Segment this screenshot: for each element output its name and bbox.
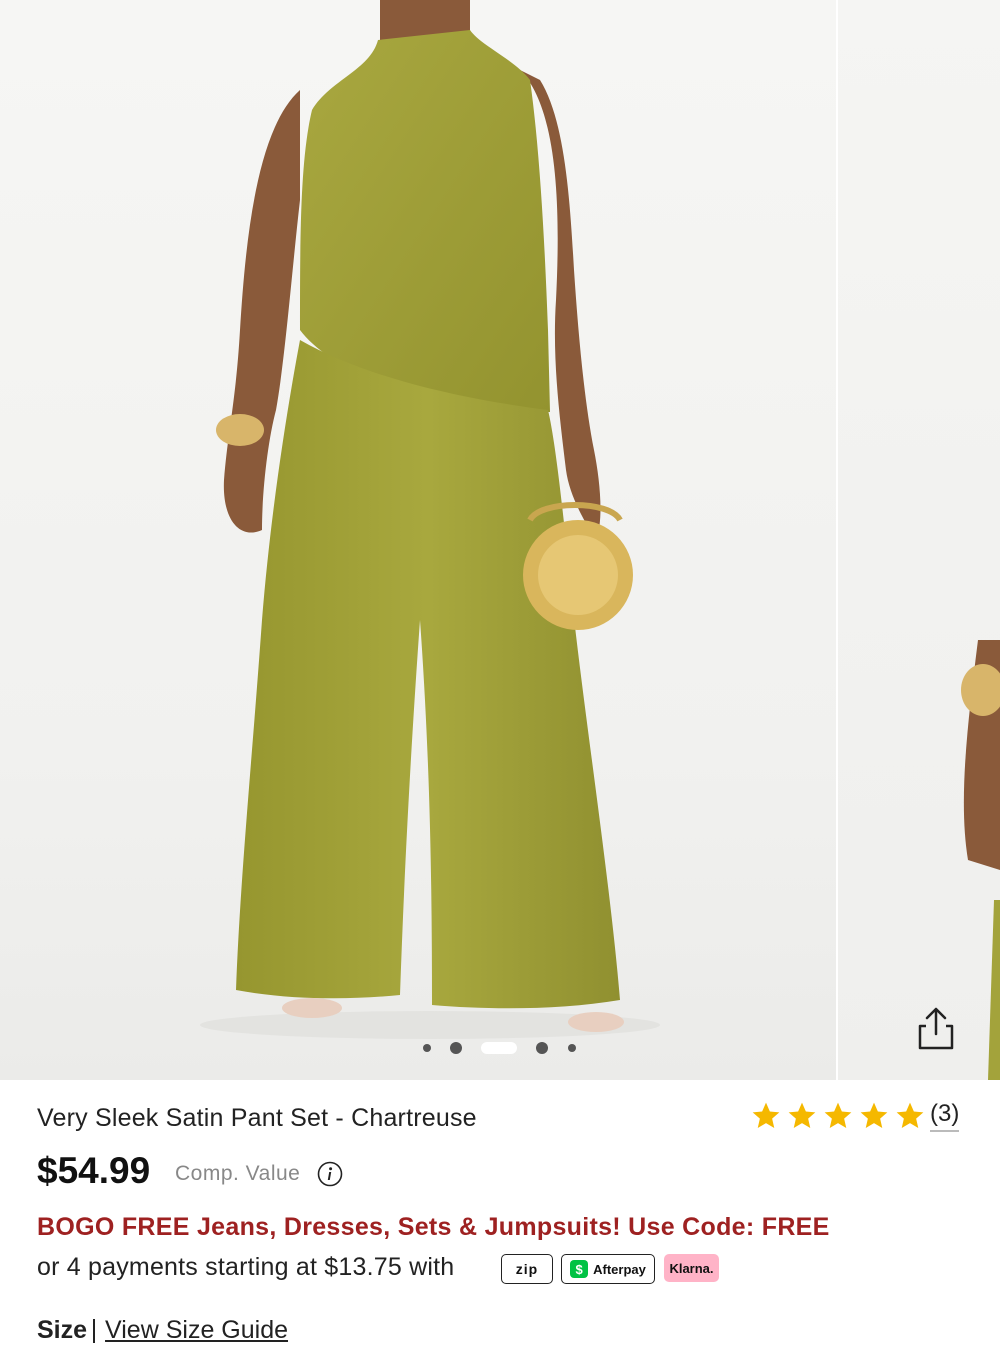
product-photo-main[interactable]	[0, 0, 836, 1080]
afterpay-badge[interactable]: $ Afterpay	[561, 1254, 655, 1284]
size-divider	[93, 1319, 96, 1344]
size-row: Size View Size Guide	[37, 1316, 288, 1345]
carousel-dot-2[interactable]	[450, 1042, 462, 1054]
promo-banner: BOGO FREE Jeans, Dresses, Sets & Jumpsui…	[37, 1213, 830, 1241]
share-icon	[918, 1007, 954, 1050]
share-button[interactable]	[908, 1000, 964, 1056]
carousel-dot-4[interactable]	[536, 1042, 548, 1054]
product-info: Very Sleek Satin Pant Set - Chartreuse (…	[0, 1080, 1000, 1344]
info-icon[interactable]	[317, 1161, 343, 1187]
size-guide-link[interactable]: View Size Guide	[105, 1316, 288, 1344]
carousel-pagination[interactable]	[0, 1040, 836, 1056]
size-label: Size	[37, 1316, 88, 1344]
installments-text: or 4 payments starting at $13.75 with	[37, 1253, 455, 1281]
next-photo-illustration	[961, 640, 1000, 1080]
product-title: Very Sleek Satin Pant Set - Chartreuse	[37, 1104, 477, 1132]
afterpay-logo-text: Afterpay	[593, 1261, 646, 1277]
product-price: $54.99	[37, 1150, 151, 1191]
product-image-carousel[interactable]	[0, 0, 1000, 1080]
cash-app-icon: $	[570, 1260, 589, 1278]
carousel-dot-1[interactable]	[423, 1044, 431, 1052]
product-photo-next-peek[interactable]	[838, 0, 1000, 1080]
carousel-dot-5[interactable]	[568, 1044, 576, 1052]
zip-badge[interactable]: zip	[501, 1254, 553, 1284]
klarna-badge[interactable]: Klarna.	[664, 1254, 719, 1282]
star-icon	[896, 1102, 924, 1128]
model-illustration	[200, 0, 660, 1039]
star-icon	[752, 1102, 780, 1128]
carousel-dot-3-active[interactable]	[481, 1042, 517, 1054]
product-rating[interactable]: (3)	[748, 1100, 960, 1132]
zip-logo-text: zip	[515, 1261, 539, 1277]
star-icon	[860, 1102, 888, 1128]
star-icon	[788, 1102, 816, 1128]
comp-value-label: Comp. Value	[175, 1162, 301, 1185]
review-count-link[interactable]: (3)	[930, 1100, 960, 1132]
star-icon	[824, 1102, 852, 1128]
klarna-logo-text: Klarna.	[669, 1260, 714, 1276]
